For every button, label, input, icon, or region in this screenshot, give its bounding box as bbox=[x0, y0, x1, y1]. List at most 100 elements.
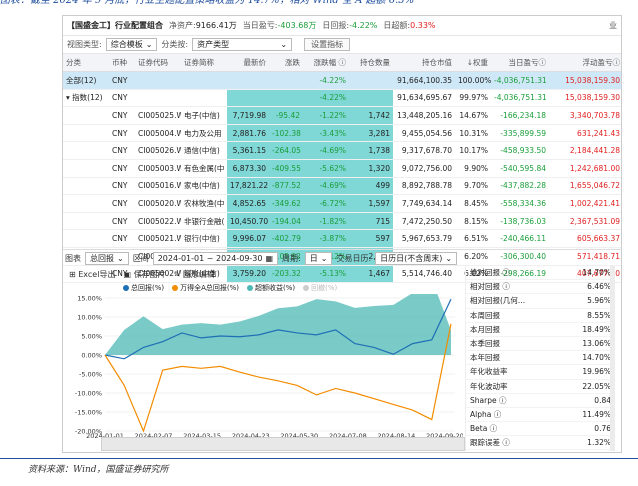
legend-item[interactable]: 万得全A总回报(%) bbox=[172, 283, 239, 293]
table-row[interactable]: ▾ 指数(12) CNY -4.22% 91,634,695.67 99.97% -4,0… bbox=[63, 89, 621, 108]
table-cell-ccy: CNY bbox=[109, 229, 135, 249]
table-cell-mv: 7,749,634.14 bbox=[393, 194, 455, 213]
legend-item[interactable]: 超额收益(%) bbox=[247, 283, 295, 293]
table-cell-price: 5,361.15 bbox=[227, 141, 269, 161]
table-cell-pct: -4.22% bbox=[303, 71, 349, 90]
trade-calendar-select[interactable]: 日历日(不含周末) ⌄ bbox=[375, 252, 458, 265]
metric-select[interactable]: 总回报 ⌄ bbox=[85, 252, 129, 265]
table-cell-name: 电力及公用 bbox=[181, 124, 227, 143]
y-tick-label: 15.00% bbox=[77, 295, 102, 303]
table-cell-w: 99.97% bbox=[455, 89, 491, 108]
table-row[interactable]: CNYCI005021.WI银行(中信)9,996.07-402.79-3.87… bbox=[63, 229, 621, 249]
stat-row: 本月回报 18.49% bbox=[466, 323, 615, 337]
date-range-input[interactable]: 2024-01-01 ~ 2024-09-30 ▦ bbox=[152, 252, 279, 265]
group-by-select[interactable]: 资产类型 ⌄ bbox=[192, 38, 293, 51]
table-cell-dpnl: -240,466.11 bbox=[491, 229, 549, 249]
table-cell-code: CI005004.WI bbox=[135, 124, 181, 143]
table-cell-cat bbox=[63, 106, 109, 125]
chevron-down-icon: ⌄ bbox=[145, 40, 153, 49]
excel-export-button[interactable]: ⊞ Excel导出 bbox=[69, 269, 115, 280]
table-row[interactable]: CNYCI005022.WI非银行金融(10,450.70-194.04-1.8… bbox=[63, 212, 621, 231]
column-header[interactable]: 证券简称 bbox=[181, 54, 227, 73]
column-header[interactable]: 证券代码 bbox=[135, 54, 181, 73]
table-cell-dpnl: -558,334.36 bbox=[491, 194, 549, 213]
y-tick-label: 0.00% bbox=[81, 352, 102, 360]
table-row[interactable]: CNYCI005016.WI家电(中信)17,821.22-877.52-4.6… bbox=[63, 177, 621, 196]
y-tick-label: 5.00% bbox=[81, 333, 102, 341]
table-cell-w: 9.70% bbox=[455, 177, 491, 196]
stats-scrollbar[interactable] bbox=[610, 266, 615, 451]
calendar-icon: ▦ bbox=[265, 254, 274, 263]
stats-panel: 绝对回报 ⓘ 14.70% 相对回报 ⓘ 6.46% 相对回报(几何... 5.96% 本周… bbox=[465, 266, 615, 451]
table-row[interactable]: CNYCI005004.WI电力及公用2,881.76-102.38-3.43%… bbox=[63, 124, 621, 143]
table-cell-name: 非银行金融( bbox=[181, 212, 227, 231]
table-cell-w: 9.90% bbox=[455, 159, 491, 178]
table-cell-chg: -409.55 bbox=[269, 159, 303, 178]
table-cell-mv: 9,072,756.00 bbox=[393, 159, 455, 178]
table-cell-fpnl: 1,655,046.72 bbox=[549, 177, 621, 196]
metric-value: 总回报 bbox=[90, 254, 114, 263]
table-cell-ccy: CNY bbox=[109, 141, 135, 161]
stat-row: 相对回报 ⓘ 6.46% bbox=[466, 280, 615, 295]
legend-item[interactable]: 总回报(%) bbox=[123, 283, 164, 293]
table-cell-fpnl: 631,241.43 bbox=[549, 124, 621, 143]
table-cell-ccy: CNY bbox=[109, 124, 135, 143]
table-cell-w: 100.00% bbox=[455, 71, 491, 90]
table-row[interactable]: CNYCI005020.WI农林牧渔(中4,852.65-349.62-6.72… bbox=[63, 194, 621, 213]
period-select[interactable]: 日 ⌄ bbox=[304, 252, 333, 265]
column-header[interactable]: ↓权重 bbox=[455, 54, 491, 73]
table-cell-mv: 8,892,788.78 bbox=[393, 177, 455, 196]
portfolio-window: 【国盛金工】行业配置组合 净资产: 9166.41万 当日盈亏: -403.68万 … bbox=[62, 15, 622, 453]
y-tick-label: 10.00% bbox=[77, 314, 102, 322]
table-row[interactable]: CNYCI005003.WI有色金属(中6,873.30-409.55-5.62… bbox=[63, 159, 621, 178]
table-row[interactable]: CNYCI005025.WI电子(中信)7,719.98-95.42-1.22%… bbox=[63, 106, 621, 125]
stat-value: 22.05% bbox=[582, 381, 611, 391]
table-cell-mv: 5,967,653.79 bbox=[393, 229, 455, 249]
table-cell-mv: 91,634,695.67 bbox=[393, 89, 455, 108]
table-cell-qty: 1,320 bbox=[349, 159, 393, 178]
stat-value: 11.49% bbox=[582, 409, 611, 419]
stat-row: 本周回报 8.55% bbox=[466, 309, 615, 323]
stat-row: 绝对回报 ⓘ 14.70% bbox=[466, 266, 615, 281]
table-cell-name: 有色金属(中 bbox=[181, 159, 227, 178]
table-cell-chg bbox=[269, 71, 303, 90]
portfolio-title[interactable]: 【国盛金工】行业配置组合 bbox=[67, 20, 163, 31]
view-type-select[interactable]: 综合模板 ⌄ bbox=[105, 38, 158, 51]
table-cell-ccy: CNY bbox=[109, 71, 135, 90]
column-header[interactable]: 涨跌幅 ⓘ bbox=[303, 54, 349, 73]
table-row[interactable]: CNYCI005026.WI通信(中信)5,361.15-264.05-4.69… bbox=[63, 141, 621, 161]
table-cell-chg bbox=[269, 89, 303, 108]
table-cell-cat bbox=[63, 194, 109, 213]
save-image-button[interactable]: ▣ 保存图片 bbox=[123, 269, 165, 280]
legend-item[interactable]: 回撤(%) bbox=[303, 283, 337, 293]
table-cell-qty: 1,597 bbox=[349, 194, 393, 213]
settings-button[interactable]: 设置指标 bbox=[304, 38, 351, 51]
table-cell-mv: 7,472,250.50 bbox=[393, 212, 455, 231]
stat-row: Beta ⓘ 0.76 bbox=[466, 422, 615, 437]
table-cell-name bbox=[181, 71, 227, 90]
view-type-label: 视图类型: bbox=[67, 40, 102, 49]
column-header[interactable]: 持仓市值 bbox=[393, 54, 455, 73]
edit-chart-button[interactable]: ✎ 图形编辑 bbox=[174, 269, 215, 280]
column-header[interactable]: 浮动盈亏ⓘ bbox=[549, 54, 621, 73]
column-header[interactable]: 涨跌 bbox=[269, 54, 303, 73]
table-row[interactable]: 全部(12) CNY -4.22% 91,664,100.35 100.00% -4,03… bbox=[63, 71, 621, 90]
date-range-value: 2024-01-01 ~ 2024-09-30 bbox=[157, 254, 263, 263]
edit-chart-label: 图形编辑 bbox=[182, 269, 215, 279]
table-cell-pct: -4.69% bbox=[303, 177, 349, 196]
column-header[interactable]: 分类 bbox=[63, 54, 109, 73]
table-header-row: 分类 币种 证券代码 证券简称 最新价 涨跌 涨跌幅 ⓘ 持仓数量 持仓市值 ↓权重 当日盈亏ⓘ 浮动… bbox=[63, 54, 621, 73]
column-header[interactable]: 当日盈亏ⓘ bbox=[491, 54, 549, 73]
stat-label: 本年回报 bbox=[470, 353, 500, 363]
table-cell-name: 银行(中信) bbox=[181, 229, 227, 249]
stat-label: Alpha ⓘ bbox=[470, 409, 502, 419]
column-header[interactable]: 币种 bbox=[109, 54, 135, 73]
column-header[interactable]: 持仓数量 bbox=[349, 54, 393, 73]
group-by-value: 资产类型 bbox=[197, 40, 230, 49]
y-tick-label: -10.00% bbox=[75, 390, 102, 398]
table-cell-chg: -95.42 bbox=[269, 106, 303, 125]
chart-navigator-scrollbar[interactable] bbox=[101, 437, 465, 451]
chart-actions: ⊞ Excel导出 ▣ 保存图片 ✎ 图形编辑 bbox=[63, 267, 463, 281]
table-cell-cat: 全部(12) bbox=[63, 71, 109, 90]
column-header[interactable]: 最新价 bbox=[227, 54, 269, 73]
